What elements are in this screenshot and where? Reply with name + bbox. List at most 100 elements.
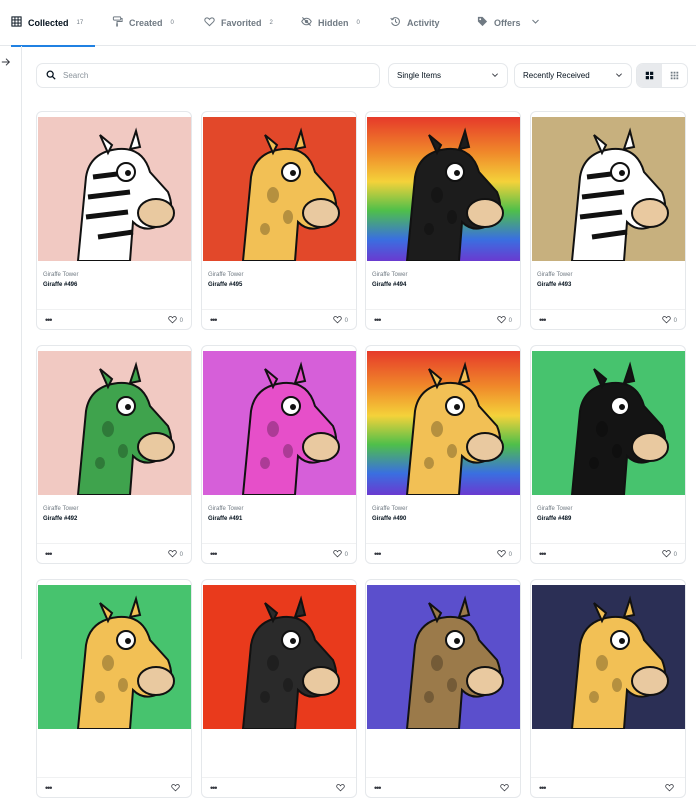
collection-name[interactable]: Giraffe Tower: [372, 506, 407, 512]
tag-icon: [477, 16, 488, 29]
collection-name[interactable]: Giraffe Tower: [208, 506, 243, 512]
selected-value: Single Items: [397, 71, 442, 80]
more-options-icon[interactable]: •••: [539, 783, 547, 793]
collection-name[interactable]: Giraffe Tower: [208, 272, 243, 278]
sort-select[interactable]: Recently Received: [514, 63, 632, 88]
tab-activity[interactable]: Activity: [390, 0, 440, 46]
card-footer: ••• 0: [202, 543, 356, 563]
collection-name[interactable]: Giraffe Tower: [43, 506, 78, 512]
asset-image[interactable]: [203, 351, 356, 495]
like-button[interactable]: 0: [167, 549, 183, 560]
like-button[interactable]: 0: [332, 315, 348, 326]
asset-card[interactable]: •••: [201, 579, 357, 798]
asset-card[interactable]: Giraffe Tower Giraffe #496 ••• 0: [36, 111, 192, 330]
more-options-icon[interactable]: •••: [539, 549, 547, 559]
like-button[interactable]: 0: [661, 549, 677, 560]
heart-icon: [167, 315, 177, 326]
like-button[interactable]: [336, 783, 348, 794]
more-options-icon[interactable]: •••: [210, 315, 218, 325]
more-options-icon[interactable]: •••: [539, 315, 547, 325]
asset-name: Giraffe #492: [43, 516, 78, 522]
like-button[interactable]: 0: [167, 315, 183, 326]
large-grid-button[interactable]: [637, 64, 662, 87]
card-footer: •••: [531, 777, 685, 797]
history-icon: [390, 16, 401, 29]
chevron-down-icon: [491, 71, 499, 81]
collection-name[interactable]: Giraffe Tower: [43, 272, 78, 278]
heart-icon: [661, 315, 671, 326]
more-options-icon[interactable]: •••: [45, 783, 53, 793]
asset-image[interactable]: [203, 585, 356, 729]
card-footer: ••• 0: [531, 309, 685, 329]
asset-card[interactable]: Giraffe Tower Giraffe #489 ••• 0: [530, 345, 686, 564]
more-options-icon[interactable]: •••: [374, 315, 382, 325]
like-button[interactable]: [665, 783, 677, 794]
grid-icon: [11, 16, 22, 29]
tab-label: Favorited: [221, 17, 262, 28]
tab-label: Created: [129, 17, 163, 28]
small-grid-icon: [670, 67, 679, 85]
more-options-icon[interactable]: •••: [45, 315, 53, 325]
tab-count: 0: [170, 19, 174, 26]
card-footer: ••• 0: [202, 309, 356, 329]
filter-sidebar-collapsed: [0, 46, 22, 659]
selected-value: Recently Received: [523, 71, 590, 80]
asset-card[interactable]: •••: [36, 579, 192, 798]
card-footer: •••: [366, 777, 520, 797]
tab-hidden[interactable]: Hidden 0: [301, 0, 360, 46]
tab-collected[interactable]: Collected 17: [11, 0, 95, 47]
tab-created[interactable]: Created 0: [112, 0, 174, 46]
asset-card[interactable]: Giraffe Tower Giraffe #495 ••• 0: [201, 111, 357, 330]
asset-image[interactable]: [38, 351, 191, 495]
search-icon: [46, 67, 56, 85]
asset-image[interactable]: [367, 117, 520, 261]
asset-card[interactable]: Giraffe Tower Giraffe #490 ••• 0: [365, 345, 521, 564]
asset-card[interactable]: Giraffe Tower Giraffe #492 ••• 0: [36, 345, 192, 564]
collection-name[interactable]: Giraffe Tower: [537, 506, 572, 512]
item-type-select[interactable]: Single Items: [388, 63, 508, 88]
small-grid-button[interactable]: [662, 64, 687, 87]
search-box[interactable]: [36, 63, 380, 88]
tab-label: Activity: [407, 17, 440, 28]
asset-image[interactable]: [38, 585, 191, 729]
collection-name[interactable]: Giraffe Tower: [537, 272, 572, 278]
heart-icon: [204, 16, 215, 29]
asset-image[interactable]: [532, 585, 685, 729]
like-button[interactable]: 0: [496, 549, 512, 560]
collection-name[interactable]: Giraffe Tower: [372, 272, 407, 278]
asset-name: Giraffe #491: [208, 516, 243, 522]
tab-count: 2: [269, 19, 273, 26]
more-options-icon[interactable]: •••: [374, 783, 382, 793]
more-options-icon[interactable]: •••: [210, 549, 218, 559]
like-button[interactable]: 0: [661, 315, 677, 326]
asset-card[interactable]: Giraffe Tower Giraffe #494 ••• 0: [365, 111, 521, 330]
search-input[interactable]: [63, 71, 363, 80]
asset-card[interactable]: Giraffe Tower Giraffe #493 ••• 0: [530, 111, 686, 330]
asset-card[interactable]: Giraffe Tower Giraffe #491 ••• 0: [201, 345, 357, 564]
asset-image[interactable]: [38, 117, 191, 261]
asset-image[interactable]: [203, 117, 356, 261]
more-options-icon[interactable]: •••: [45, 549, 53, 559]
tab-favorited[interactable]: Favorited 2: [204, 0, 273, 46]
asset-image[interactable]: [532, 117, 685, 261]
asset-card[interactable]: •••: [530, 579, 686, 798]
asset-name: Giraffe #494: [372, 282, 407, 288]
arrow-right-icon[interactable]: [0, 56, 12, 68]
asset-name: Giraffe #493: [537, 282, 572, 288]
large-grid-icon: [645, 67, 654, 85]
like-button[interactable]: [500, 783, 512, 794]
like-count: 0: [673, 317, 677, 324]
asset-image[interactable]: [367, 351, 520, 495]
like-button[interactable]: 0: [332, 549, 348, 560]
more-options-icon[interactable]: •••: [210, 783, 218, 793]
card-footer: ••• 0: [531, 543, 685, 563]
heart-icon: [171, 783, 180, 794]
like-button[interactable]: 0: [496, 315, 512, 326]
like-button[interactable]: [171, 783, 183, 794]
asset-image[interactable]: [367, 585, 520, 729]
asset-image[interactable]: [532, 351, 685, 495]
asset-card[interactable]: •••: [365, 579, 521, 798]
tab-offers[interactable]: Offers: [477, 0, 540, 46]
more-options-icon[interactable]: •••: [374, 549, 382, 559]
card-footer: •••: [37, 777, 191, 797]
